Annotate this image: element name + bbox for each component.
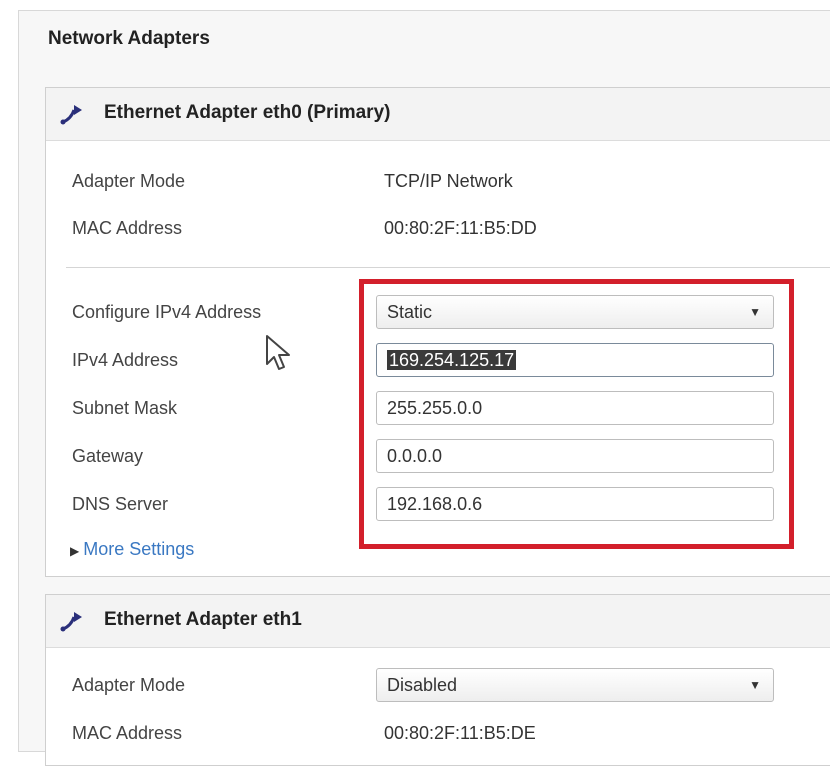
dns-server-label: DNS Server <box>72 494 169 514</box>
more-settings-label: More Settings <box>83 539 195 559</box>
eth0-panel-header[interactable]: Ethernet Adapter eth0 (Primary) <box>46 88 830 141</box>
eth1-panel-header[interactable]: Ethernet Adapter eth1 <box>46 595 830 648</box>
eth1-mac-label: MAC Address <box>72 723 183 743</box>
gateway-label: Gateway <box>72 446 144 466</box>
eth1-adapter-mode-select[interactable]: Disabled ▼ <box>376 668 774 702</box>
eth1-title: Ethernet Adapter eth1 <box>104 609 302 630</box>
eth0-title: Ethernet Adapter eth0 (Primary) <box>104 102 391 123</box>
eth0-mac-label: MAC Address <box>72 218 183 238</box>
ipv4-address-label: IPv4 Address <box>72 350 179 370</box>
highlight-box <box>359 279 794 549</box>
eth0-adapter-mode-value: TCP/IP Network <box>384 171 513 191</box>
more-settings-link[interactable]: ▶ More Settings <box>70 539 194 560</box>
chevron-down-icon: ▼ <box>749 678 761 692</box>
configure-ipv4-label: Configure IPv4 Address <box>72 302 262 322</box>
eth1-mac-value: 00:80:2F:11:B5:DE <box>384 723 536 743</box>
eth1-adapter-mode-value: Disabled <box>387 675 458 695</box>
network-adapter-icon <box>60 612 82 632</box>
subnet-mask-label: Subnet Mask <box>72 398 178 418</box>
eth1-adapter-mode-label: Adapter Mode <box>72 675 186 695</box>
section-title: Network Adapters <box>48 28 210 49</box>
eth0-divider <box>66 267 830 268</box>
network-adapter-icon <box>60 105 82 125</box>
triangle-right-icon: ▶ <box>70 544 80 558</box>
eth0-mac-value: 00:80:2F:11:B5:DD <box>384 218 537 238</box>
mouse-pointer-icon <box>266 335 290 370</box>
eth0-adapter-mode-label: Adapter Mode <box>72 171 186 191</box>
